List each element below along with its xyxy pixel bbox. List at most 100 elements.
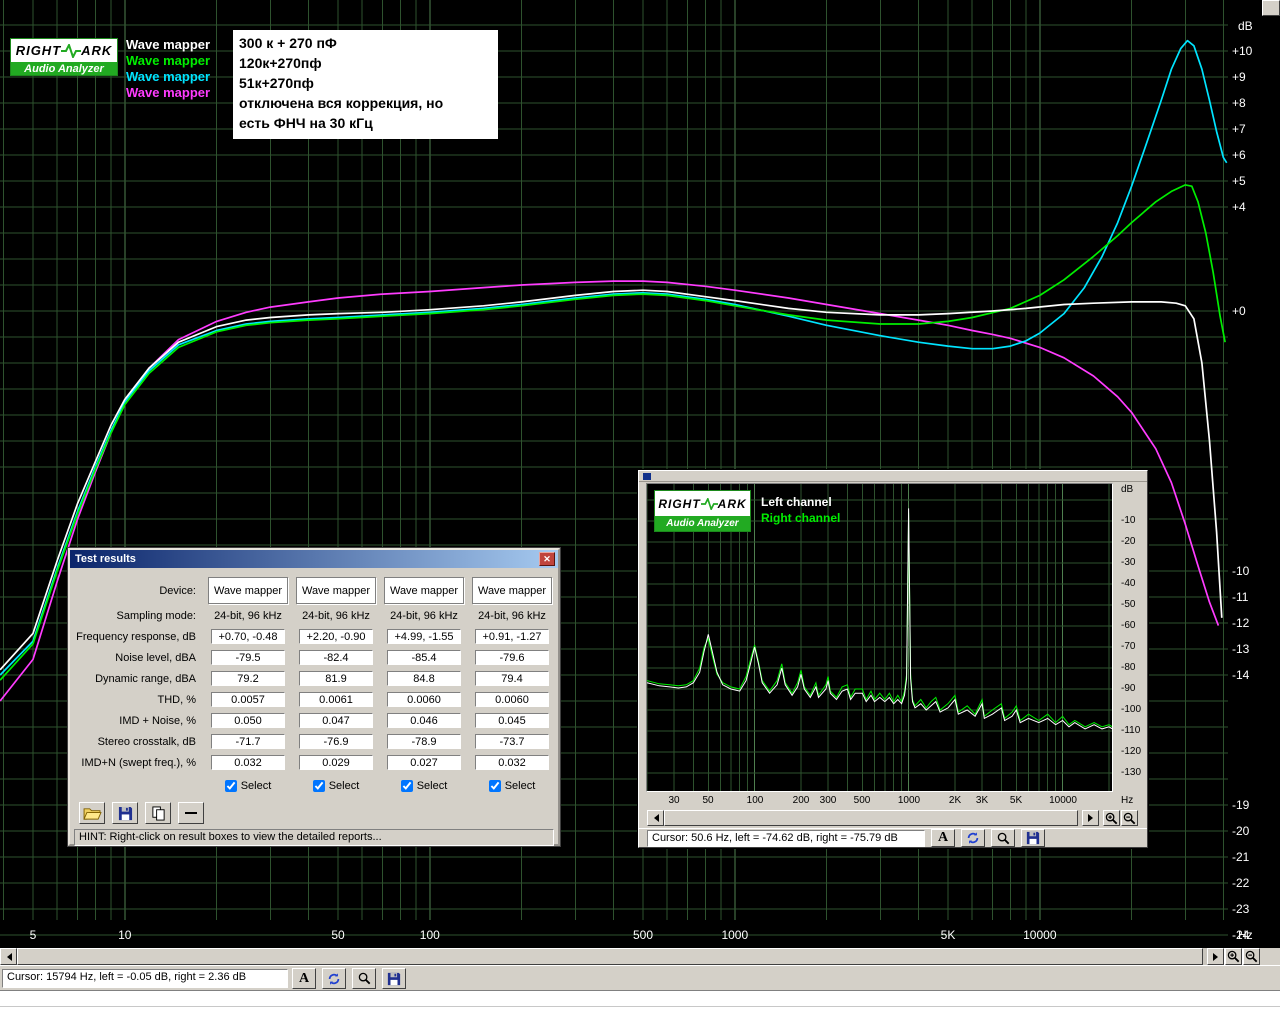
zoom-tool-button[interactable]: [352, 968, 376, 989]
y-tick-label: -130: [1121, 767, 1141, 778]
result-value-box[interactable]: +0.70, -0.48: [211, 629, 285, 644]
select-label: Select: [417, 780, 448, 792]
save-image-button[interactable]: [1021, 829, 1045, 847]
svg-text:500: 500: [633, 928, 653, 942]
select-checkbox[interactable]: [401, 780, 413, 792]
magnifier-minus-icon: [1245, 950, 1258, 963]
result-value-box[interactable]: 0.050: [211, 713, 285, 728]
result-value-box[interactable]: -73.7: [475, 734, 549, 749]
x-tick-label: 300: [820, 795, 837, 806]
save-image-button[interactable]: [382, 968, 406, 989]
spectrum-db-axis: dB-10-20-30-40-50-60-70-80-90-100-110-12…: [1118, 483, 1148, 794]
result-value-box[interactable]: 0.045: [475, 713, 549, 728]
value-cell: 0.032: [204, 752, 292, 773]
font-button[interactable]: A: [292, 968, 316, 989]
save-button[interactable]: [112, 802, 138, 824]
result-value-box[interactable]: 79.2: [211, 671, 285, 686]
x-tick-label: 500: [854, 795, 871, 806]
device-name-box[interactable]: Wave mapper: [208, 577, 288, 604]
svg-text:+10: +10: [1232, 44, 1253, 58]
zoom-out-button[interactable]: [1121, 810, 1138, 826]
result-value-box[interactable]: 0.0061: [299, 692, 373, 707]
scrollbar-thumb[interactable]: [664, 810, 1078, 826]
zoom-tool-button[interactable]: [991, 829, 1015, 847]
result-value-box[interactable]: -82.4: [299, 650, 373, 665]
result-value-box[interactable]: 81.9: [299, 671, 373, 686]
device-name-box[interactable]: Wave mapper: [472, 577, 552, 604]
result-value-box[interactable]: -78.9: [387, 734, 461, 749]
value-cell: +4.99, -1.55: [380, 626, 468, 647]
result-value-box[interactable]: -79.6: [475, 650, 549, 665]
scrollbar-track[interactable]: [664, 810, 1082, 826]
refresh-button[interactable]: [961, 829, 985, 847]
select-checkbox[interactable]: [489, 780, 501, 792]
result-value-box[interactable]: +2.20, -0.90: [299, 629, 373, 644]
spectrum-horizontal-scrollbar[interactable]: [647, 810, 1099, 826]
sampling-mode-value: 24-bit, 96 kHz: [214, 610, 282, 622]
magnifier-icon: [358, 972, 371, 985]
result-value-box[interactable]: 0.0060: [387, 692, 461, 707]
open-button[interactable]: [79, 802, 105, 824]
result-value-box[interactable]: +4.99, -1.55: [387, 629, 461, 644]
scroll-right-button[interactable]: [1207, 948, 1224, 965]
close-button[interactable]: ✕: [539, 552, 555, 566]
value-cell: 0.050: [204, 710, 292, 731]
svg-text:+9: +9: [1232, 70, 1246, 84]
select-cell: Select: [380, 773, 468, 799]
font-button[interactable]: A: [931, 829, 955, 847]
result-value-box[interactable]: 0.029: [299, 755, 373, 770]
legend-entry: Wave mapper: [126, 69, 210, 85]
value-cell: 0.0060: [468, 689, 556, 710]
result-value-box[interactable]: -71.7: [211, 734, 285, 749]
y-tick-label: -30: [1121, 557, 1135, 568]
results-toolbar: [79, 802, 558, 824]
device-cell: Wave mapper: [292, 575, 380, 606]
device-name-box[interactable]: Wave mapper: [296, 577, 376, 604]
legend-entry: Wave mapper: [126, 37, 210, 53]
refresh-icon: [327, 972, 341, 986]
scroll-left-button[interactable]: [0, 948, 17, 965]
logo-right-text: RIGHT: [658, 497, 700, 511]
result-value-box[interactable]: 84.8: [387, 671, 461, 686]
zoom-in-button[interactable]: [1103, 810, 1120, 826]
y-tick-label: -90: [1121, 683, 1135, 694]
result-value-box[interactable]: 0.0060: [475, 692, 549, 707]
result-value-box[interactable]: -79.5: [211, 650, 285, 665]
result-value-box[interactable]: 0.027: [387, 755, 461, 770]
remove-button[interactable]: [178, 802, 204, 824]
horizontal-scrollbar[interactable]: [0, 948, 1280, 965]
note-line: отключена вся коррекция, но: [239, 93, 492, 113]
series-legend: Wave mapperWave mapperWave mapperWave ma…: [126, 37, 210, 101]
scrollbar-track[interactable]: [17, 948, 1207, 965]
zoom-out-button[interactable]: [1243, 948, 1260, 965]
channel-legend: Left channelRight channel: [761, 494, 840, 526]
device-name-box[interactable]: Wave mapper: [384, 577, 464, 604]
scroll-left-button[interactable]: [647, 810, 664, 826]
scroll-right-button[interactable]: [1082, 810, 1099, 826]
result-value-box[interactable]: 0.047: [299, 713, 373, 728]
refresh-button[interactable]: [322, 968, 346, 989]
x-tick-label: 3K: [976, 795, 988, 806]
dialog-titlebar[interactable]: Test results ✕: [70, 550, 558, 568]
copy-button[interactable]: [145, 802, 171, 824]
result-value-box[interactable]: 0.0057: [211, 692, 285, 707]
sampling-mode-value: 24-bit, 96 kHz: [478, 610, 546, 622]
spectrum-titlebar[interactable]: [639, 471, 1147, 482]
value-cell: +0.70, -0.48: [204, 626, 292, 647]
scrollbar-thumb[interactable]: [17, 948, 1203, 965]
result-value-box[interactable]: 0.032: [211, 755, 285, 770]
value-cell: +2.20, -0.90: [292, 626, 380, 647]
result-value-box[interactable]: 79.4: [475, 671, 549, 686]
result-value-box[interactable]: -76.9: [299, 734, 373, 749]
magnifier-icon: [997, 832, 1010, 845]
result-value-box[interactable]: -85.4: [387, 650, 461, 665]
value-cell: 24-bit, 96 kHz: [380, 606, 468, 626]
zoom-in-button[interactable]: [1225, 948, 1242, 965]
result-value-box[interactable]: 0.032: [475, 755, 549, 770]
select-checkbox[interactable]: [225, 780, 237, 792]
result-value-box[interactable]: 0.046: [387, 713, 461, 728]
minus-icon: [185, 811, 197, 815]
select-checkbox[interactable]: [313, 780, 325, 792]
rightmark-logo: RIGHT ARK Audio Analyzer: [654, 490, 751, 532]
result-value-box[interactable]: +0.91, -1.27: [475, 629, 549, 644]
